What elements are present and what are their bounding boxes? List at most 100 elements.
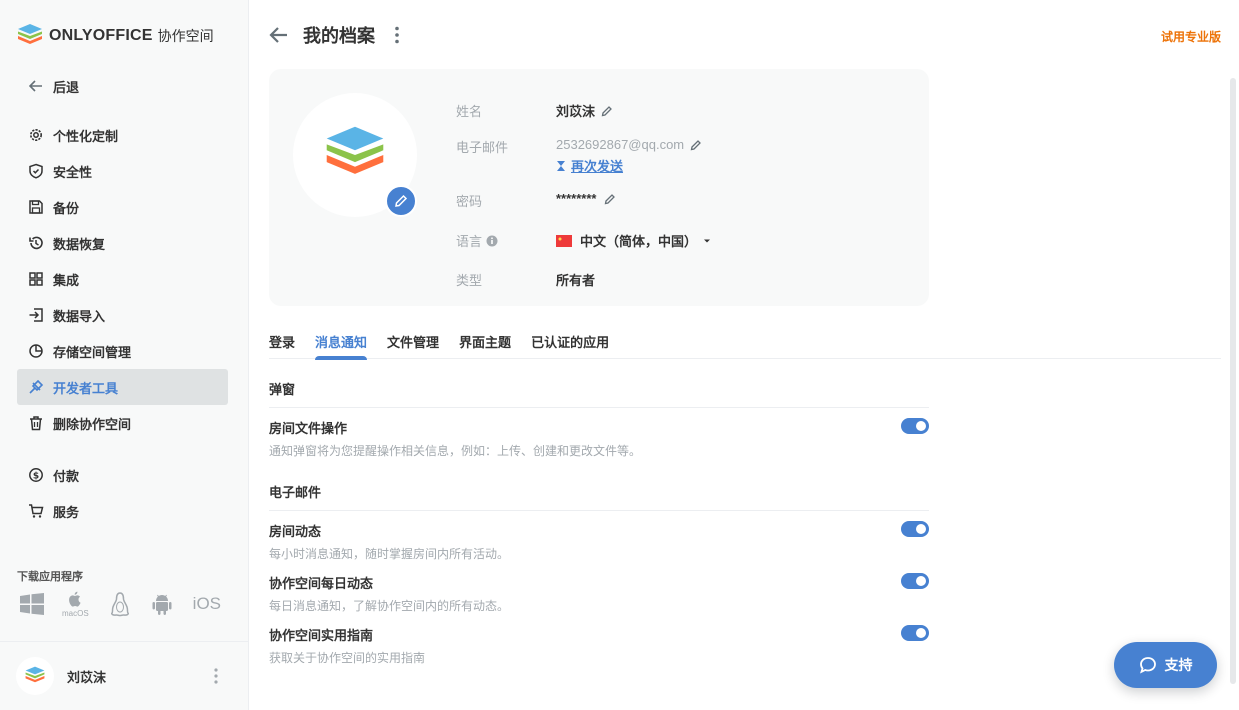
history-icon (27, 234, 45, 252)
toggle-switch[interactable] (901, 573, 929, 589)
pencil-icon (395, 194, 408, 207)
cart-icon (27, 502, 45, 520)
sidebar-item-label: 集成 (53, 272, 80, 288)
sidebar-item-storage[interactable]: 存储空间管理 (17, 333, 228, 369)
pencil-icon[interactable] (601, 105, 613, 117)
macos-label: macOS (62, 609, 89, 618)
linux-icon[interactable] (109, 591, 131, 617)
setting-description: 通知弹窗将为您提醒操作相关信息，例如：上传、创建和更改文件等。 (269, 444, 642, 458)
windows-icon[interactable] (20, 593, 44, 615)
resend-link[interactable]: 再次发送 (556, 156, 623, 175)
tab-authorized-apps[interactable]: 已认证的应用 (531, 325, 609, 359)
language-value: 中文（简体，中国） (580, 234, 698, 249)
avatar[interactable] (16, 657, 54, 695)
section-popup: 弹窗 (269, 379, 929, 408)
tab-interface-theme[interactable]: 界面主题 (459, 325, 511, 359)
sidebar-item-label: 开发者工具 (53, 380, 119, 396)
grid-icon (27, 270, 45, 288)
setting-room-activity: 房间动态 每小时消息通知，随时掌握房间内所有活动。 (269, 521, 929, 562)
sidebar-item-label: 删除协作空间 (53, 416, 132, 432)
sidebar-item-label: 数据恢复 (53, 236, 106, 252)
sidebar-item-payments[interactable]: $ 付款 (17, 457, 228, 493)
setting-title: 协作空间每日动态 (269, 576, 374, 591)
macos-download[interactable]: macOS (62, 590, 89, 618)
type-value: 所有者 (556, 273, 596, 288)
pencil-icon[interactable] (604, 193, 616, 205)
vertical-dots-icon[interactable] (214, 668, 218, 684)
china-flag-icon (556, 234, 572, 247)
trial-pro-link[interactable]: 试用专业版 (1161, 28, 1221, 45)
language-label: 语言 (456, 234, 483, 249)
onlyoffice-logo-icon (326, 126, 384, 174)
android-icon[interactable] (151, 592, 173, 616)
sidebar-item-security[interactable]: 安全性 (17, 153, 228, 189)
onlyoffice-logo-icon (18, 24, 42, 44)
download-apps-label: 下载应用程序 (17, 571, 83, 583)
resend-label: 再次发送 (571, 159, 624, 174)
back-button[interactable]: 后退 (17, 68, 228, 104)
app-logo[interactable]: ONLYOFFICE 协作空间 (16, 22, 214, 50)
edit-avatar-button[interactable] (385, 185, 417, 217)
sidebar-item-integration[interactable]: 集成 (17, 261, 228, 297)
onlyoffice-logo-icon (25, 666, 45, 683)
info-icon[interactable] (486, 235, 498, 247)
current-user-bar[interactable]: 刘苡沫 (0, 641, 248, 710)
sidebar-item-delete-portal[interactable]: 删除协作空间 (17, 405, 228, 441)
sidebar-item-import[interactable]: 数据导入 (17, 297, 228, 333)
toggle-switch[interactable] (901, 418, 929, 434)
sidebar-item-services[interactable]: 服务 (17, 493, 228, 529)
import-icon (27, 306, 45, 324)
setting-title: 房间动态 (269, 524, 322, 539)
setting-room-file-actions: 房间文件操作 通知弹窗将为您提醒操作相关信息，例如：上传、创建和更改文件等。 (269, 418, 929, 459)
tab-login[interactable]: 登录 (269, 325, 295, 359)
logo-text: ONLYOFFICE (49, 27, 153, 44)
email-value-row: 2532692867@qq.com (556, 137, 702, 152)
hourglass-icon (557, 160, 565, 171)
name-value-row: 刘苡沫 (556, 101, 613, 120)
password-label: 密码 (456, 194, 483, 209)
setting-description: 获取关于协作空间的实用指南 (269, 651, 426, 665)
support-button[interactable]: 支持 (1114, 642, 1217, 688)
sidebar-item-customization[interactable]: 个性化定制 (17, 117, 228, 153)
scrollbar[interactable] (1230, 78, 1236, 684)
email-label: 电子邮件 (456, 140, 509, 155)
toggle-switch[interactable] (901, 521, 929, 537)
sidebar-item-developer-tools[interactable]: 开发者工具 (17, 369, 228, 405)
setting-title: 房间文件操作 (269, 421, 348, 436)
name-value: 刘苡沫 (556, 104, 596, 119)
setting-usage-tips: 协作空间实用指南 获取关于协作空间的实用指南 (269, 625, 929, 666)
download-apps-icons: macOS iOS (20, 590, 221, 618)
sidebar-item-label: 备份 (53, 200, 80, 216)
ios-label[interactable]: iOS (193, 594, 221, 614)
setting-title: 协作空间实用指南 (269, 628, 374, 643)
language-label-row: 语言 (456, 231, 498, 250)
page-header: 我的档案 (269, 22, 399, 48)
arrow-left-icon[interactable] (269, 26, 289, 44)
password-value: ******** (556, 191, 597, 206)
sidebar-item-label: 存储空间管理 (53, 344, 132, 360)
page-title: 我的档案 (303, 26, 375, 46)
sidebar-item-backup[interactable]: 备份 (17, 189, 228, 225)
sidebar: ONLYOFFICE 协作空间 后退 个性化定制 安全性 备份 数据恢复 集成 … (0, 0, 249, 710)
svg-text:$: $ (33, 471, 39, 481)
tab-file-management[interactable]: 文件管理 (387, 325, 439, 359)
pencil-icon[interactable] (690, 139, 702, 151)
logo-subtext: 协作空间 (157, 28, 214, 44)
support-label: 支持 (1164, 657, 1193, 673)
toggle-switch[interactable] (901, 625, 929, 641)
sidebar-item-label: 个性化定制 (53, 128, 119, 144)
name-label: 姓名 (456, 104, 483, 119)
section-email: 电子邮件 (269, 482, 929, 511)
sidebar-item-label: 安全性 (53, 164, 93, 180)
vertical-dots-icon[interactable] (395, 26, 399, 44)
developer-tools-icon (27, 378, 45, 396)
pie-chart-icon (27, 342, 45, 360)
password-value-row: ******** (556, 191, 616, 206)
language-select[interactable]: 中文（简体，中国） (556, 231, 711, 250)
sidebar-item-restore[interactable]: 数据恢复 (17, 225, 228, 261)
tab-notifications[interactable]: 消息通知 (315, 325, 368, 360)
gear-icon (27, 126, 45, 144)
chevron-down-icon (704, 239, 711, 242)
type-label: 类型 (456, 273, 483, 288)
shield-icon (27, 162, 45, 180)
